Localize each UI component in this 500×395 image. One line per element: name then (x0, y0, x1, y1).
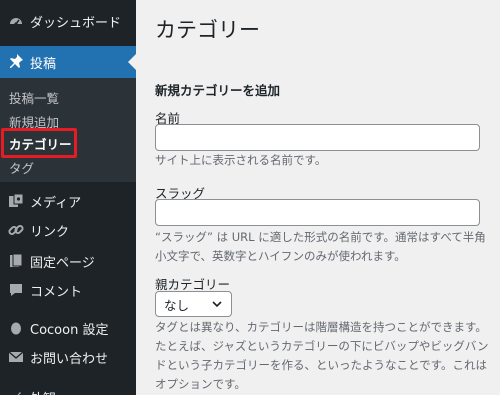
menu-label-pages: 固定ページ (30, 255, 95, 271)
comment-icon (10, 284, 22, 296)
menu-label-comments: コメント (30, 284, 83, 300)
menu-item-cocoon-settings[interactable]: Cocoon 設定 (0, 313, 136, 343)
parent-category-value: なし (164, 297, 190, 313)
menu-item-links[interactable]: リンク (0, 215, 136, 245)
highlight-box (1, 128, 77, 158)
slug-description: “スラッグ” は URL に適した形式の名前です。通常はすべて半角小文字で、英数… (155, 230, 486, 263)
menu-label-links: リンク (30, 224, 70, 240)
link-icon (8, 224, 24, 236)
menu-item-posts[interactable]: 投稿 (0, 46, 136, 78)
name-description: サイト上に表示される名前です。 (155, 153, 327, 167)
menu-label-dashboard: ダッシュボード (30, 15, 122, 31)
pushpin-icon (10, 54, 23, 68)
parent-category-select[interactable]: なし (155, 291, 232, 317)
menu-item-appearance[interactable]: 外観 (0, 382, 136, 395)
page-icon (10, 253, 23, 267)
menu-item-media[interactable]: メディア (0, 186, 136, 216)
menu-item-dashboard[interactable]: ダッシュボード (0, 6, 136, 36)
menu-label-posts: 投稿 (30, 56, 57, 72)
main-content: カテゴリー 新規カテゴリーを追加 名前 サイト上に表示される名前です。 スラッグ… (136, 0, 500, 395)
slug-input[interactable] (155, 199, 480, 226)
menu-item-contact[interactable]: お問い合わせ (0, 342, 136, 372)
menu-label-cocoon: Cocoon 設定 (30, 322, 109, 338)
media-icon (9, 193, 24, 207)
current-menu-arrow (128, 54, 136, 70)
submenu-item-tags[interactable]: タグ (9, 158, 34, 177)
admin-sidebar: ダッシュボード 投稿 投稿一覧 新規追加 カテゴリー タグ メディア リンク 固… (0, 0, 136, 395)
menu-item-comments[interactable]: コメント (0, 275, 136, 305)
parent-category-description: タグとは異なり、カテゴリーは階層構造を持つことができます。たとえば、ジャズという… (155, 320, 489, 391)
menu-label-contact: お問い合わせ (30, 351, 109, 367)
menu-label-appearance: 外観 (30, 388, 56, 395)
submenu-item-all-posts[interactable]: 投稿一覧 (9, 88, 59, 107)
add-category-heading: 新規カテゴリーを追加 (155, 83, 281, 98)
page-title: カテゴリー (155, 18, 260, 42)
dashboard-icon (10, 18, 22, 26)
name-input[interactable] (155, 124, 480, 151)
envelope-icon (8, 351, 24, 362)
menu-item-pages[interactable]: 固定ページ (0, 246, 136, 276)
menu-label-media: メディア (30, 195, 82, 211)
chevron-down-icon (212, 301, 222, 308)
appearance-icon (17, 392, 21, 395)
cocoon-icon (11, 322, 21, 335)
